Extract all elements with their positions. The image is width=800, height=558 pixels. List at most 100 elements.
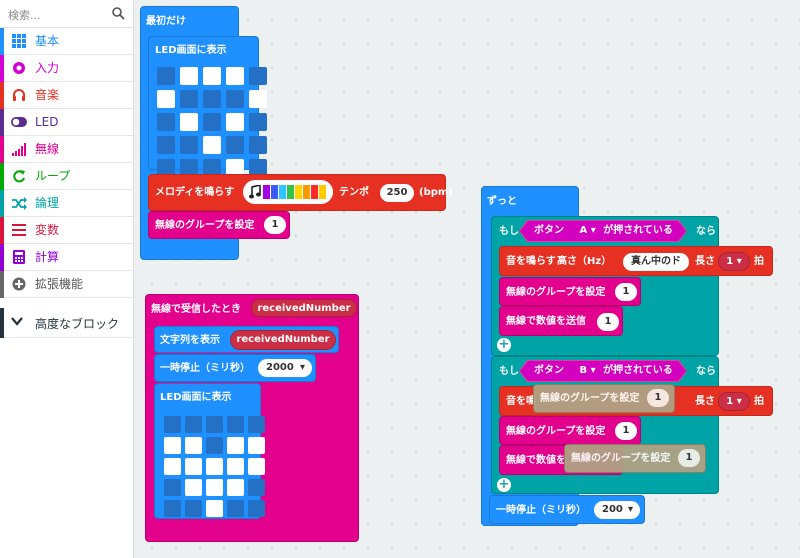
category-radio[interactable]: 無線	[0, 136, 133, 163]
dragged-set-group-block[interactable]: 無線のグループを設定 1	[564, 444, 706, 473]
received-number-param[interactable]: receivedNumber	[251, 299, 357, 317]
group-value[interactable]: 1	[615, 283, 637, 301]
set-group-block[interactable]: 無線のグループを設定 1	[499, 277, 641, 306]
led-cell[interactable]	[226, 136, 244, 154]
category-basic[interactable]: 基本	[0, 28, 133, 55]
led-cell[interactable]	[164, 500, 181, 517]
category-loops[interactable]: ループ	[0, 163, 133, 190]
pause-dropdown[interactable]: 2000 ▾	[258, 359, 312, 377]
led-cell[interactable]	[203, 113, 221, 131]
dragged-set-group-block[interactable]: 無線のグループを設定 1	[533, 384, 675, 413]
led-cell[interactable]	[206, 500, 223, 517]
led-cell[interactable]	[157, 113, 175, 131]
button-condition-b[interactable]: ボタン B ▾ が押されている	[519, 360, 687, 382]
send-value[interactable]: 1	[597, 313, 619, 331]
show-leds-block[interactable]: LED画面に表示	[154, 383, 265, 519]
play-tone-block[interactable]: 音を鳴らす 高さ（Hz） 真ん中のド 長さ 1 ▾ 拍	[499, 246, 773, 276]
category-input[interactable]: 入力	[0, 55, 133, 82]
headphones-icon	[11, 88, 27, 102]
search-box[interactable]: 検索...	[0, 0, 133, 28]
led-cell[interactable]	[164, 437, 181, 454]
led-cell[interactable]	[185, 479, 202, 496]
pause-block[interactable]: 一時停止（ミリ秒） 200 ▾	[489, 495, 645, 524]
led-cell[interactable]	[185, 500, 202, 517]
led-cell[interactable]	[203, 90, 221, 108]
led-cell[interactable]	[157, 67, 175, 85]
led-cell[interactable]	[248, 500, 265, 517]
led-matrix[interactable]	[157, 67, 267, 177]
led-cell[interactable]	[185, 458, 202, 475]
led-cell[interactable]	[206, 437, 223, 454]
add-else-plus-icon[interactable]: +	[497, 338, 511, 352]
set-group-block[interactable]: 無線のグループを設定 1	[148, 211, 290, 239]
led-cell[interactable]	[248, 479, 265, 496]
led-cell[interactable]	[249, 67, 267, 85]
led-cell[interactable]	[249, 113, 267, 131]
led-cell[interactable]	[203, 67, 221, 85]
led-cell[interactable]	[164, 416, 181, 433]
category-math[interactable]: 計算	[0, 244, 133, 271]
advanced-blocks-toggle[interactable]: 高度なブロック	[0, 308, 133, 338]
category-extensions[interactable]: 拡張機能	[0, 271, 133, 298]
show-string-value[interactable]: receivedNumber	[230, 330, 336, 350]
group-value[interactable]: 1	[615, 422, 637, 440]
led-cell[interactable]	[227, 416, 244, 433]
search-icon[interactable]	[112, 7, 125, 20]
category-led[interactable]: LED	[0, 109, 133, 136]
led-cell[interactable]	[248, 437, 265, 454]
show-leds-block[interactable]: LED画面に表示	[148, 36, 267, 177]
led-cell[interactable]	[164, 479, 181, 496]
led-cell[interactable]	[206, 458, 223, 475]
led-cell[interactable]	[227, 500, 244, 517]
category-music[interactable]: 音楽	[0, 82, 133, 109]
set-group-block[interactable]: 無線のグループを設定 1	[499, 416, 641, 445]
led-cell[interactable]	[248, 416, 265, 433]
led-cell[interactable]	[185, 437, 202, 454]
led-cell[interactable]	[227, 479, 244, 496]
led-cell[interactable]	[227, 437, 244, 454]
led-cell[interactable]	[164, 458, 181, 475]
led-cell[interactable]	[249, 136, 267, 154]
led-cell[interactable]	[226, 67, 244, 85]
group-value[interactable]: 1	[647, 389, 669, 407]
pause-block[interactable]: 一時停止（ミリ秒） 2000 ▾	[154, 354, 316, 382]
button-dropdown[interactable]: B	[579, 365, 587, 376]
led-cell[interactable]	[180, 113, 198, 131]
tempo-unit: (bpm)	[419, 187, 453, 198]
category-variables[interactable]: 変数	[0, 217, 133, 244]
beat-dropdown[interactable]: 1 ▾	[718, 392, 750, 411]
led-cell[interactable]	[227, 458, 244, 475]
led-cell[interactable]	[248, 458, 265, 475]
led-cell[interactable]	[226, 113, 244, 131]
set-group-label: 無線のグループを設定	[506, 426, 606, 437]
tempo-value[interactable]: 250	[380, 184, 414, 202]
led-cell[interactable]	[249, 90, 267, 108]
pause-value: 200	[602, 504, 623, 515]
send-number-block[interactable]: 無線で数値を送信 1	[499, 306, 623, 336]
beat-dropdown[interactable]: 1 ▾	[718, 252, 750, 271]
category-logic[interactable]: 論理	[0, 190, 133, 217]
led-cell[interactable]	[180, 90, 198, 108]
led-cell[interactable]	[180, 136, 198, 154]
add-else-plus-icon[interactable]: +	[497, 478, 511, 492]
pause-dropdown[interactable]: 200 ▾	[594, 501, 640, 519]
search-input[interactable]: 検索...	[8, 7, 41, 23]
led-matrix[interactable]	[164, 416, 265, 517]
melody-picker[interactable]	[243, 180, 333, 204]
led-cell[interactable]	[157, 136, 175, 154]
led-cell[interactable]	[185, 416, 202, 433]
show-string-block[interactable]: 文字列を表示 receivedNumber	[154, 326, 339, 353]
led-cell[interactable]	[226, 90, 244, 108]
blocks-workspace[interactable]: 最初だけ LED画面に表示 メロディを鳴らす テンポ 250 (bpm) 無線の…	[134, 0, 800, 558]
group-value[interactable]: 1	[678, 449, 700, 467]
led-cell[interactable]	[206, 479, 223, 496]
led-cell[interactable]	[180, 67, 198, 85]
button-dropdown[interactable]: A	[579, 225, 587, 236]
led-cell[interactable]	[203, 136, 221, 154]
button-condition-a[interactable]: ボタン A ▾ が押されている	[519, 220, 687, 242]
led-cell[interactable]	[206, 416, 223, 433]
group-value[interactable]: 1	[264, 216, 286, 234]
pitch-value[interactable]: 真ん中のド	[623, 253, 689, 271]
play-melody-block[interactable]: メロディを鳴らす テンポ 250 (bpm)	[148, 174, 453, 211]
led-cell[interactable]	[157, 90, 175, 108]
